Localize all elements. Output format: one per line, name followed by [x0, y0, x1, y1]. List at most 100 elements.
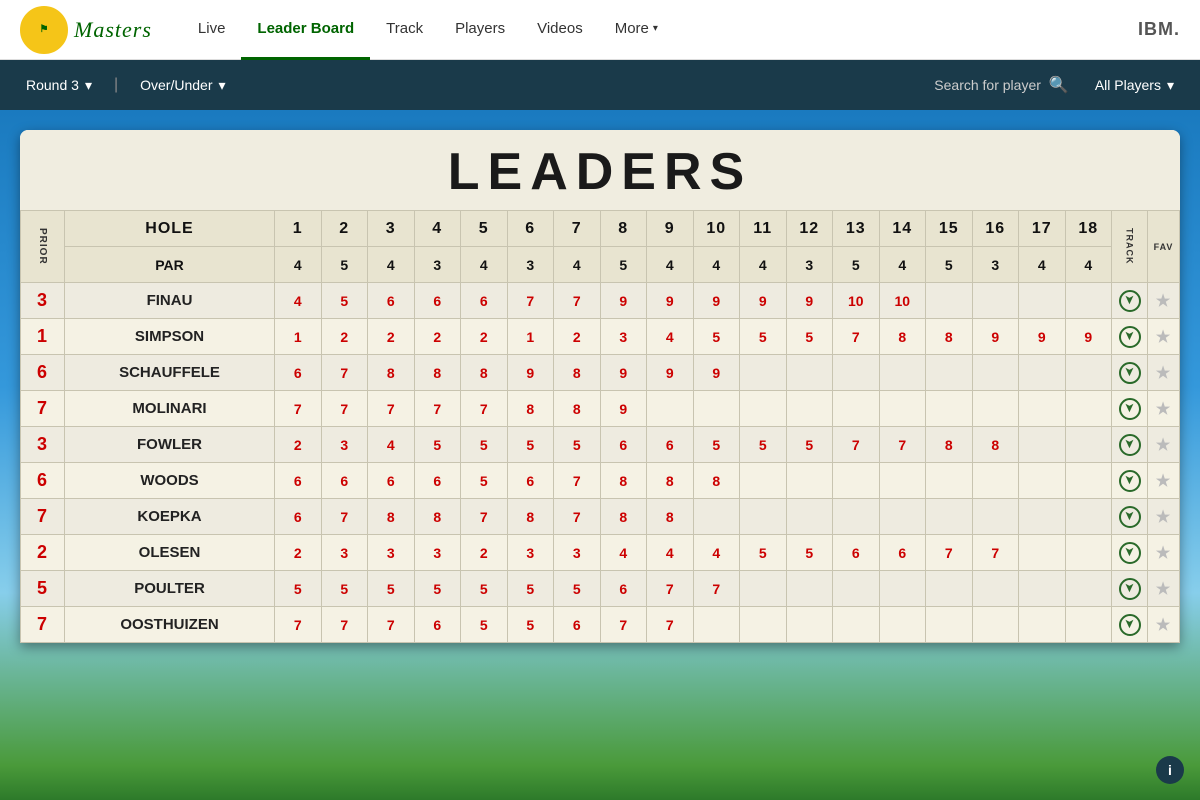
track-icon[interactable]: ➤	[1119, 578, 1141, 600]
favorite-cell[interactable]: ★	[1148, 499, 1180, 535]
track-cell[interactable]: ➤	[1112, 283, 1148, 319]
score-hole-5: 6	[461, 283, 508, 319]
player-name[interactable]: OLESEN	[65, 535, 275, 571]
track-icon[interactable]: ➤	[1119, 326, 1141, 348]
over-under-selector[interactable]: Over/Under ▾	[130, 71, 235, 100]
score-hole-6: 8	[507, 499, 554, 535]
favorite-star-icon[interactable]: ★	[1156, 617, 1171, 634]
favorite-cell[interactable]: ★	[1148, 283, 1180, 319]
score-hole-14	[879, 571, 926, 607]
score-hole-6: 5	[507, 607, 554, 643]
score-hole-5: 5	[461, 427, 508, 463]
score-hole-18	[1065, 535, 1112, 571]
favorite-cell[interactable]: ★	[1148, 607, 1180, 643]
table-row: 7KOEPKA678878788➤★	[21, 499, 1180, 535]
track-icon[interactable]: ➤	[1119, 470, 1141, 492]
score-hole-6: 7	[507, 283, 554, 319]
info-button[interactable]: i	[1156, 756, 1184, 784]
player-name[interactable]: MOLINARI	[65, 391, 275, 427]
score-hole-1: 1	[275, 319, 322, 355]
track-cell[interactable]: ➤	[1112, 427, 1148, 463]
favorite-star-icon[interactable]: ★	[1156, 401, 1171, 418]
search-area[interactable]: Search for player 🔍	[934, 75, 1069, 95]
score-hole-17	[1019, 535, 1066, 571]
score-hole-9: 8	[647, 463, 694, 499]
over-under-arrow-icon: ▾	[218, 77, 225, 94]
favorite-star-icon[interactable]: ★	[1156, 545, 1171, 562]
score-hole-4: 6	[414, 463, 461, 499]
score-hole-11	[740, 499, 787, 535]
score-hole-15	[926, 283, 973, 319]
score-hole-15	[926, 355, 973, 391]
player-name[interactable]: SIMPSON	[65, 319, 275, 355]
track-cell[interactable]: ➤	[1112, 391, 1148, 427]
track-icon[interactable]: ➤	[1119, 506, 1141, 528]
favorite-cell[interactable]: ★	[1148, 571, 1180, 607]
score-hole-3: 4	[368, 427, 415, 463]
player-prior: 7	[21, 607, 65, 643]
favorite-star-icon[interactable]: ★	[1156, 509, 1171, 526]
player-name[interactable]: FINAU	[65, 283, 275, 319]
favorite-cell[interactable]: ★	[1148, 535, 1180, 571]
par-15: 5	[926, 247, 973, 283]
nav-live[interactable]: Live	[182, 0, 242, 60]
favorite-star-icon[interactable]: ★	[1156, 329, 1171, 346]
score-hole-1: 2	[275, 535, 322, 571]
score-hole-11: 5	[740, 319, 787, 355]
score-hole-7: 3	[554, 535, 601, 571]
player-name[interactable]: SCHAUFFELE	[65, 355, 275, 391]
favorite-cell[interactable]: ★	[1148, 319, 1180, 355]
all-players-button[interactable]: All Players ▾	[1085, 71, 1184, 100]
track-cell[interactable]: ➤	[1112, 607, 1148, 643]
nav-leaderboard[interactable]: Leader Board	[241, 0, 370, 60]
track-icon[interactable]: ➤	[1119, 362, 1141, 384]
nav-videos[interactable]: Videos	[521, 0, 599, 60]
player-name[interactable]: FOWLER	[65, 427, 275, 463]
score-hole-13: 10	[833, 283, 880, 319]
score-hole-6: 5	[507, 571, 554, 607]
score-hole-13: 7	[833, 319, 880, 355]
score-hole-17	[1019, 391, 1066, 427]
favorite-star-icon[interactable]: ★	[1156, 437, 1171, 454]
player-name[interactable]: OOSTHUIZEN	[65, 607, 275, 643]
track-cell[interactable]: ➤	[1112, 355, 1148, 391]
hole-17-header: 17	[1019, 211, 1066, 247]
score-hole-10: 5	[693, 427, 740, 463]
favorite-cell[interactable]: ★	[1148, 391, 1180, 427]
player-name[interactable]: POULTER	[65, 571, 275, 607]
track-icon[interactable]: ➤	[1119, 542, 1141, 564]
nav-players[interactable]: Players	[439, 0, 521, 60]
hole-2-header: 2	[321, 211, 368, 247]
track-icon[interactable]: ➤	[1119, 398, 1141, 420]
favorite-star-icon[interactable]: ★	[1156, 293, 1171, 310]
favorite-cell[interactable]: ★	[1148, 355, 1180, 391]
score-hole-6: 6	[507, 463, 554, 499]
favorite-star-icon[interactable]: ★	[1156, 581, 1171, 598]
score-hole-10: 4	[693, 535, 740, 571]
track-cell[interactable]: ➤	[1112, 535, 1148, 571]
track-cell[interactable]: ➤	[1112, 571, 1148, 607]
track-cell[interactable]: ➤	[1112, 499, 1148, 535]
score-hole-11: 5	[740, 427, 787, 463]
track-icon[interactable]: ➤	[1119, 290, 1141, 312]
score-hole-12	[786, 355, 833, 391]
score-hole-3: 7	[368, 607, 415, 643]
par-label: PAR	[65, 247, 275, 283]
player-name[interactable]: KOEPKA	[65, 499, 275, 535]
favorite-star-icon[interactable]: ★	[1156, 473, 1171, 490]
logo[interactable]: ⚑ Masters	[20, 6, 152, 54]
track-cell[interactable]: ➤	[1112, 319, 1148, 355]
nav-more[interactable]: More ▾	[599, 0, 674, 60]
score-hole-3: 6	[368, 283, 415, 319]
track-icon[interactable]: ➤	[1119, 434, 1141, 456]
favorite-cell[interactable]: ★	[1148, 427, 1180, 463]
round-selector[interactable]: Round 3 ▾	[16, 71, 102, 100]
track-cell[interactable]: ➤	[1112, 463, 1148, 499]
favorite-cell[interactable]: ★	[1148, 463, 1180, 499]
player-name[interactable]: WOODS	[65, 463, 275, 499]
score-hole-13	[833, 499, 880, 535]
nav-track[interactable]: Track	[370, 0, 439, 60]
favorite-star-icon[interactable]: ★	[1156, 365, 1171, 382]
score-hole-16: 9	[972, 319, 1019, 355]
track-icon[interactable]: ➤	[1119, 614, 1141, 636]
